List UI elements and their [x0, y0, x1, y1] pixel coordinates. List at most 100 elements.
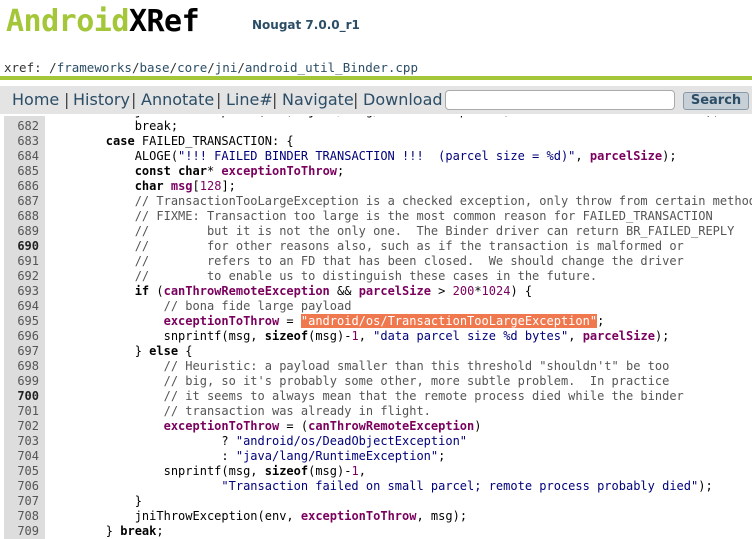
line-number[interactable]: 688 [4, 209, 45, 224]
code-text: jniThrowException(env, exceptionToThrow,… [48, 509, 467, 524]
code-text: // but it is not the only one. The Binde… [48, 224, 735, 239]
code-token: 1024 [481, 284, 511, 298]
line-number[interactable]: 699 [4, 374, 45, 389]
code-text: snprintf(msg, sizeof(msg)-1, [48, 464, 366, 479]
code-token: ? [48, 434, 236, 448]
nav-line-numbers[interactable]: Line# [226, 90, 273, 109]
line-number[interactable]: 685 [4, 164, 45, 179]
code-token: , msg); [416, 509, 468, 523]
androidxref-logo[interactable]: AndroidXRef [6, 4, 200, 40]
line-number[interactable]: 708 [4, 509, 45, 524]
line-number[interactable]: 704 [4, 449, 45, 464]
search-button[interactable]: Search [683, 92, 749, 110]
logo-android: Android [6, 4, 129, 39]
symbol-link[interactable]: canThrowRemoteException [308, 419, 474, 433]
nav-home[interactable]: Home [12, 90, 59, 109]
line-number[interactable]: 706 [4, 479, 45, 494]
code-token: // big, so it's probably some other, mor… [163, 374, 670, 388]
line-number[interactable]: 702 [4, 419, 45, 434]
line-number[interactable]: 701 [4, 404, 45, 419]
code-token: // FIXME: Transaction too large is the m… [134, 209, 713, 223]
line-number[interactable]: 698 [4, 359, 45, 374]
line-number[interactable]: 696 [4, 329, 45, 344]
line-number[interactable]: 691 [4, 254, 45, 269]
nav-navigate[interactable]: Navigate [282, 90, 354, 109]
line-number[interactable]: 695 [4, 314, 45, 329]
symbol-link[interactable]: msg [171, 179, 193, 193]
line-number[interactable]: 686 [4, 179, 45, 194]
code-text: if (canThrowRemoteException && parcelSiz… [48, 284, 532, 299]
breadcrumb-core[interactable]: core [177, 60, 207, 75]
code-token: ; [170, 119, 179, 133]
accent-divider [0, 76, 752, 80]
code-line: 685 const char* exceptionToThrow; [0, 164, 752, 179]
search-input[interactable] [445, 90, 675, 110]
code-line: 690 // for other reasons also, such as i… [0, 239, 752, 254]
code-token: // transaction was already in flight. [163, 404, 431, 418]
code-line: 684 ALOGE("!!! FAILED BINDER TRANSACTION… [0, 149, 752, 164]
code-token: "!!! FAILED BINDER TRANSACTION !!! (parc… [178, 149, 576, 163]
code-line: 695 exceptionToThrow = "android/os/Trans… [0, 314, 752, 329]
code-token: ); [698, 479, 713, 493]
breadcrumb-file[interactable]: android_util_Binder.cpp [245, 60, 418, 75]
breadcrumb-frameworks[interactable]: frameworks [57, 60, 132, 75]
line-number[interactable]: 709 [4, 524, 45, 539]
code-token: 1 [351, 464, 359, 478]
line-number[interactable]: 694 [4, 299, 45, 314]
code-text: : "java/lang/RuntimeException"; [48, 449, 445, 464]
line-number[interactable]: 693 [4, 284, 45, 299]
symbol-link[interactable]: parcelSize [583, 329, 655, 343]
breadcrumb-base[interactable]: base [139, 60, 169, 75]
code-token: // Heuristic: a payload smaller than thi… [163, 359, 670, 373]
code-text: // Heuristic: a payload smaller than thi… [48, 359, 670, 374]
code-token: ) [474, 419, 482, 433]
breadcrumb-jni[interactable]: jni [215, 60, 238, 75]
code-token: snprintf(msg, [48, 329, 265, 343]
line-number[interactable]: 705 [4, 464, 45, 479]
highlighted-string: "android/os/TransactionTooLargeException… [300, 314, 598, 328]
page-header: AndroidXRef Nougat 7.0.0_r1 xref: /frame… [0, 0, 752, 116]
line-number[interactable]: 697 [4, 344, 45, 359]
symbol-link[interactable]: exceptionToThrow [164, 419, 280, 433]
symbol-link[interactable]: canThrowRemoteException [164, 284, 330, 298]
line-number[interactable]: 687 [4, 194, 45, 209]
code-text: // big, so it's probably some other, mor… [48, 374, 670, 389]
line-number[interactable]: 703 [4, 434, 45, 449]
line-number[interactable]: 689 [4, 224, 45, 239]
code-line: 682 break; [0, 119, 752, 134]
line-number[interactable]: 682 [4, 119, 45, 134]
code-line: 703 ? "android/os/DeadObjectException" [0, 434, 752, 449]
code-line: 683 case FAILED_TRANSACTION: { [0, 134, 752, 149]
nav-history[interactable]: History [73, 90, 130, 109]
symbol-link[interactable]: exceptionToThrow [221, 164, 337, 178]
line-number[interactable]: 684 [4, 149, 45, 164]
code-token: } [48, 494, 142, 508]
line-number[interactable]: 707 [4, 494, 45, 509]
code-token: char [178, 164, 207, 178]
nav-download[interactable]: Download [363, 90, 443, 109]
nav-annotate[interactable]: Annotate [141, 90, 214, 109]
symbol-link[interactable]: parcelSize [359, 284, 431, 298]
line-number[interactable]: 700 [4, 389, 45, 404]
line-number[interactable]: 690 [4, 239, 45, 254]
code-token: char [134, 179, 164, 193]
code-token: > [430, 284, 453, 298]
code-text: exceptionToThrow = (canThrowRemoteExcept… [48, 419, 482, 434]
code-token: [ [192, 179, 200, 193]
line-number[interactable]: 683 [4, 134, 45, 149]
code-token: ) { [510, 284, 533, 298]
code-token: ; [597, 314, 605, 328]
code-token: * [474, 284, 482, 298]
code-token: sizeof [264, 329, 309, 343]
symbol-link[interactable]: exceptionToThrow [301, 509, 417, 523]
symbol-link[interactable]: parcelSize [590, 149, 662, 163]
symbol-link[interactable]: exceptionToThrow [164, 314, 280, 328]
line-number[interactable]: 692 [4, 269, 45, 284]
code-text: // to enable us to distinguish these cas… [48, 269, 597, 284]
code-text: snprintf(msg, sizeof(msg)-1, "data parce… [48, 329, 670, 344]
